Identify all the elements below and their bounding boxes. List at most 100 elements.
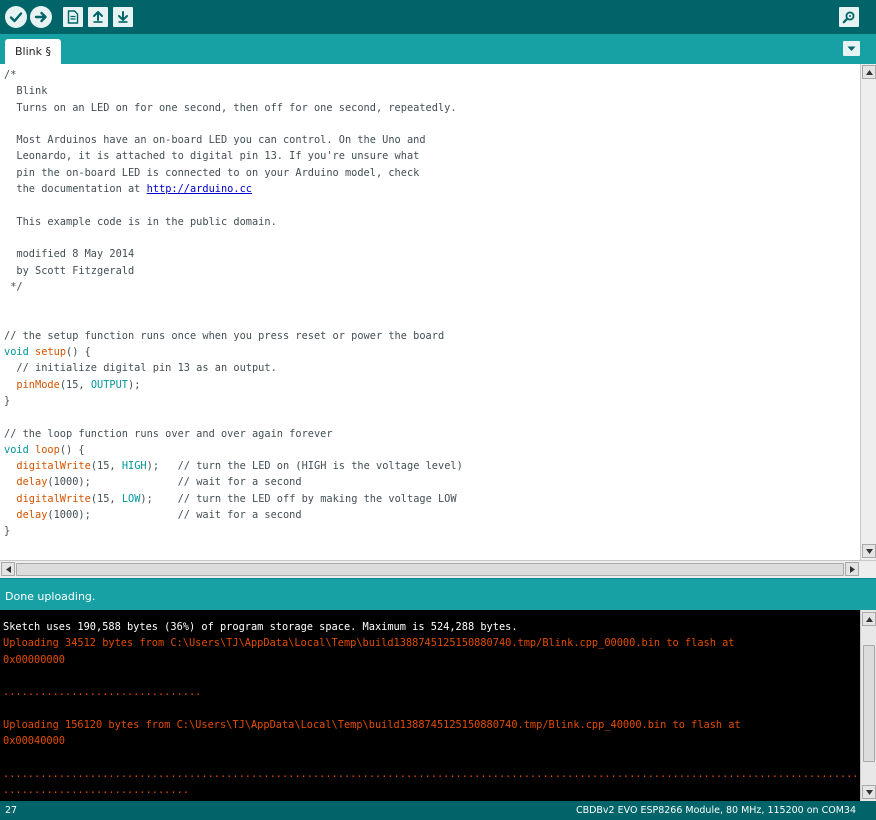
open-icon	[93, 11, 103, 23]
tab-label: Blink §	[15, 45, 51, 58]
line-number: 27	[5, 805, 18, 816]
console-line: ................................	[3, 686, 202, 699]
upload-button[interactable]	[30, 6, 52, 28]
code-editor[interactable]: /* Blink Turns on an LED on for one seco…	[0, 64, 860, 560]
code-line: void loop() {	[4, 442, 463, 458]
save-button[interactable]	[113, 7, 133, 27]
code-token: pinMode	[16, 378, 60, 391]
code-line: Blink	[4, 83, 463, 99]
arrow-up-icon	[865, 616, 873, 622]
tab-menu-button[interactable]	[843, 41, 860, 56]
console-vertical-scrollbar[interactable]	[860, 610, 876, 801]
arrow-right-icon	[849, 565, 855, 573]
code-token: Leonardo, it is attached to digital pin …	[4, 150, 420, 163]
code-line: digitalWrite(15, LOW); // turn the LED o…	[4, 491, 463, 507]
footer-bar: 27 CBDBv2 EVO ESP8266 Module, 80 MHz, 11…	[0, 801, 876, 820]
code-token: // initialize digital pin 13 as an outpu…	[4, 362, 277, 375]
scroll-down-button[interactable]	[862, 544, 876, 558]
console-line: ..............................	[3, 783, 189, 796]
new-button[interactable]	[63, 7, 83, 27]
code-line: ​	[4, 230, 463, 246]
scroll-left-button[interactable]	[1, 562, 15, 576]
code-token: setup	[35, 346, 67, 359]
editor-horizontal-scrollbar[interactable]	[0, 560, 876, 578]
code-token: modified 8 May 2014	[4, 248, 135, 261]
console-output[interactable]: Sketch uses 190,588 bytes (36%) of progr…	[0, 610, 876, 801]
documentation-link[interactable]: http://arduino.cc	[147, 183, 252, 195]
console-line: 0x00000000	[3, 653, 65, 666]
code-token: }	[4, 394, 11, 407]
code-token: HIGH	[121, 460, 147, 473]
code-line: }	[4, 523, 463, 539]
code-token: () {	[59, 443, 85, 456]
code-token: Most Arduinos have an on-board LED you c…	[4, 134, 426, 147]
code-line: the documentation at http://arduino.cc	[4, 181, 463, 197]
code-token: // the loop function runs over and over …	[4, 427, 333, 440]
code-token: delay	[16, 476, 48, 489]
code-line: modified 8 May 2014	[4, 246, 463, 262]
open-button[interactable]	[88, 7, 108, 27]
code-line: by Scott Fitzgerald	[4, 263, 463, 279]
console-scroll-down-button[interactable]	[862, 785, 876, 799]
code-line: This example code is in the public domai…	[4, 214, 463, 230]
code-line: }	[4, 393, 463, 409]
scroll-up-button[interactable]	[862, 65, 876, 79]
code-token: // the setup function runs once when you…	[4, 329, 445, 342]
code-token: */	[4, 280, 23, 293]
verify-button[interactable]	[5, 6, 27, 28]
console-line: ​	[3, 749, 853, 765]
scroll-right-button[interactable]	[845, 562, 859, 576]
code-token: (1000); // wait for a second	[47, 476, 302, 489]
code-token: Blink	[4, 85, 48, 98]
code-line: ​	[4, 197, 463, 213]
code-token: (1000); // wait for a second	[47, 509, 302, 522]
code-token: delay	[16, 509, 48, 522]
editor-vertical-scrollbar[interactable]	[860, 64, 876, 560]
code-token: the documentation at	[4, 183, 147, 196]
code-token: void	[4, 443, 29, 456]
code-token: Turns on an LED on for one second, then …	[4, 101, 457, 114]
code-token: );	[128, 378, 141, 391]
code-token: (15,	[59, 378, 91, 391]
code-line: Leonardo, it is attached to digital pin …	[4, 148, 463, 164]
status-bar: Done uploading.	[0, 578, 876, 610]
code-line: */	[4, 279, 463, 295]
code-token: () {	[66, 346, 91, 359]
code-line: pin the on-board LED is connected to on …	[4, 165, 463, 181]
code-line: Turns on an LED on for one second, then …	[4, 100, 463, 116]
code-token: loop	[35, 443, 60, 456]
console-scroll-thumb[interactable]	[863, 645, 875, 762]
arrow-down-icon	[865, 789, 873, 795]
horizontal-scroll-thumb[interactable]	[16, 563, 844, 576]
arrow-left-icon	[5, 565, 11, 573]
code-token: ); // turn the LED on (HIGH is the volta…	[146, 460, 463, 473]
console-scroll-up-button[interactable]	[862, 612, 876, 626]
chevron-down-icon	[847, 46, 856, 51]
code-line: ​	[4, 311, 463, 327]
console-line: ​	[3, 700, 853, 716]
code-line: delay(1000); // wait for a second	[4, 474, 463, 490]
code-token: }	[4, 525, 11, 538]
code-token: ); // turn the LED off by making the vol…	[140, 492, 457, 505]
code-token: OUTPUT	[90, 378, 129, 391]
code-token: digitalWrite	[16, 492, 91, 505]
code-line: ​	[4, 116, 463, 132]
code-token: (15,	[90, 492, 122, 505]
code-line: digitalWrite(15, HIGH); // turn the LED …	[4, 458, 463, 474]
code-line: ​	[4, 295, 463, 311]
code-line: Most Arduinos have an on-board LED you c…	[4, 132, 463, 148]
console-line: ........................................…	[3, 767, 871, 780]
upload-icon	[34, 11, 47, 23]
code-line: delay(1000); // wait for a second	[4, 507, 463, 523]
code-token: This example code is in the public domai…	[4, 215, 277, 228]
tab-blink[interactable]: Blink §	[5, 39, 61, 64]
code-area[interactable]: /* Blink Turns on an LED on for one seco…	[4, 67, 463, 540]
serial-monitor-button[interactable]	[839, 7, 859, 27]
code-token: void	[4, 346, 29, 359]
code-token: LOW	[121, 492, 141, 505]
